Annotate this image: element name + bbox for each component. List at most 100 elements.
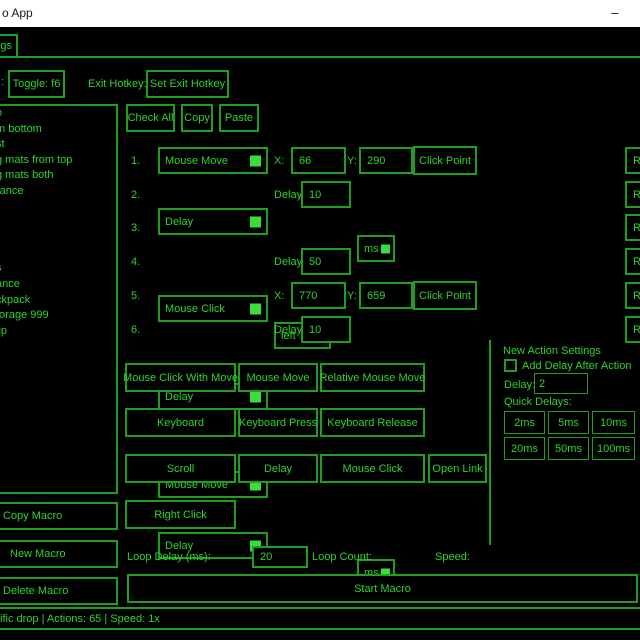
macro-app-window: o App – gs : Toggle: f6 Exit Hotkey: Set… [0,0,640,640]
x-value: 770 [299,290,317,302]
add-delay-after-action-label: Add Delay After Action [522,360,631,372]
add-relative-mouse-move-button[interactable]: Relative Mouse Move [320,363,425,392]
delay-input[interactable]: 10 [301,316,351,343]
macro-list-item[interactable]: o [0,106,116,122]
add-right-click-button[interactable]: Right Click [125,500,236,529]
action-type-value: Delay [165,540,193,552]
add-keyboard-release-button[interactable]: Keyboard Release [320,408,425,437]
macro-list-item[interactable]: m bottom [0,122,116,138]
macro-list-item[interactable] [0,215,116,231]
delete-macro-button[interactable]: Delete Macro [0,577,118,605]
x-input[interactable]: 66 [291,147,346,174]
y-label: Y: [347,290,357,302]
action-type-dropdown[interactable]: Delay [158,208,268,235]
x-label: X: [274,290,284,302]
macro-list[interactable]: o m bottom st g mats from top g mats bot… [0,104,118,494]
macro-list-item[interactable] [0,230,116,246]
status-bar: ific drop | Actions: 65 | Speed: 1x [0,607,640,630]
macro-list-item[interactable]: lip [0,324,116,340]
macro-list-item[interactable]: ance [0,277,116,293]
action-row-number: 3. [131,222,140,234]
action-type-dropdown[interactable]: Mouse Move [158,147,268,174]
settings-delay-input[interactable]: 2 [534,373,588,394]
y-input[interactable]: 290 [359,147,413,174]
status-text: ific drop | Actions: 65 | Speed: 1x [0,613,160,625]
macro-list-item[interactable]: st [0,137,116,153]
settings-panel-divider [489,340,491,545]
settings-delay-value: 2 [539,378,545,390]
add-mouse-click-button[interactable]: Mouse Click [320,454,425,483]
loop-delay-input[interactable]: 20 [252,546,308,568]
new-action-settings-title: New Action Settings [503,345,601,357]
x-value: 66 [299,155,311,167]
macro-list-item[interactable]: rance [0,184,116,200]
dropdown-indicator-icon [250,155,261,166]
remove-action-button[interactable]: R [625,248,640,275]
add-delay-button[interactable]: Delay [238,454,318,483]
check-all-button[interactable]: Check All [126,104,175,132]
macro-list-item[interactable]: g mats both [0,168,116,184]
macro-list-item[interactable] [0,246,116,262]
remove-action-button[interactable]: R [625,214,640,241]
tab-settings[interactable]: gs [0,34,18,58]
settings-delay-label: Delay: [504,379,535,391]
delay-input[interactable]: 50 [301,248,351,275]
action-row-number: 4. [131,256,140,268]
action-row-number: 6. [131,324,140,336]
copy-button[interactable]: Copy [181,104,213,132]
loop-delay-label: Loop Delay (ms): [127,551,211,563]
action-row-number: 2. [131,189,140,201]
paste-button[interactable]: Paste [219,104,259,132]
dropdown-indicator-icon [250,391,261,402]
remove-action-button[interactable]: R [625,181,640,208]
x-input[interactable]: 770 [291,282,346,309]
y-input[interactable]: 659 [359,282,413,309]
add-keyboard-press-button[interactable]: Keyboard Press [238,408,318,437]
y-value: 659 [367,290,385,302]
remove-action-button[interactable]: R [625,316,640,343]
window-title: o App [2,0,33,27]
copy-macro-button[interactable]: Copy Macro [0,502,118,530]
toggle-hotkey-button[interactable]: Toggle: f6 [8,70,65,98]
minimize-button[interactable]: – [598,0,632,27]
quick-delay-2ms-button[interactable]: 2ms [504,411,545,434]
action-row-number: 1. [131,155,140,167]
tabstrip-divider [0,56,640,58]
delay-value: 10 [309,189,321,201]
new-macro-button[interactable]: New Macro [0,540,118,568]
loop-count-label: Loop Count: [312,551,372,563]
add-keyboard-button[interactable]: Keyboard [125,408,236,437]
click-point-button[interactable]: Click Point [413,281,477,310]
add-mouse-move-button[interactable]: Mouse Move [238,363,318,392]
macro-list-item[interactable]: g mats from top [0,153,116,169]
set-exit-hotkey-button[interactable]: Set Exit Hotkey [146,70,229,98]
macro-list-item[interactable]: s [0,261,116,277]
loop-delay-value: 20 [260,551,272,563]
delay-unit-dropdown[interactable]: ms [357,235,395,262]
macro-list-item[interactable]: torage 999 [0,308,116,324]
quick-delay-20ms-button[interactable]: 20ms [504,437,545,460]
tab-label: gs [0,40,12,52]
start-macro-button[interactable]: Start Macro [127,574,638,603]
macro-list-item[interactable] [0,199,116,215]
quick-delay-100ms-button[interactable]: 100ms [592,437,635,460]
action-type-dropdown[interactable]: Mouse Click [158,295,268,322]
action-type-value: Mouse Click [165,303,225,315]
unit-value: ms [364,243,379,255]
add-scroll-button[interactable]: Scroll [125,454,236,483]
quick-delay-5ms-button[interactable]: 5ms [548,411,589,434]
remove-action-button[interactable]: R [625,147,640,174]
exit-hotkey-label: Exit Hotkey: [88,78,147,90]
x-label: X: [274,155,284,167]
macro-list-item[interactable]: ckpack [0,293,116,309]
remove-action-button[interactable]: R [625,282,640,309]
delay-input[interactable]: 10 [301,181,351,208]
add-open-link-button[interactable]: Open Link [428,454,487,483]
quick-delay-10ms-button[interactable]: 10ms [592,411,635,434]
add-mouse-click-with-move-button[interactable]: Mouse Click With Move [125,363,236,392]
click-point-button[interactable]: Click Point [413,146,477,175]
action-type-value: Mouse Move [165,155,228,167]
add-delay-after-action-checkbox[interactable] [504,359,517,372]
quick-delay-50ms-button[interactable]: 50ms [548,437,589,460]
dropdown-indicator-icon [250,303,261,314]
